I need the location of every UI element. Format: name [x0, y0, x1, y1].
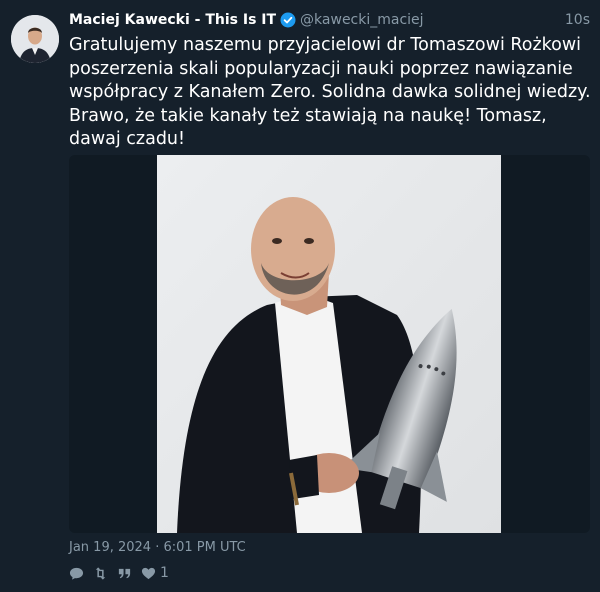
tweet-media[interactable]	[69, 155, 590, 533]
retweet-button[interactable]	[93, 566, 108, 581]
heart-icon	[141, 567, 156, 579]
author-avatar[interactable]	[11, 15, 59, 63]
avatar-photo	[11, 15, 59, 63]
tweet-photo	[157, 155, 501, 533]
author-handle[interactable]: @kawecki_maciej	[300, 12, 424, 28]
tweet-date[interactable]: Jan 19, 2024 · 6:01 PM UTC	[69, 540, 246, 555]
tweet-header: Maciej Kawecki - This Is IT @kawecki_mac…	[69, 10, 590, 30]
reply-button[interactable]	[69, 566, 84, 581]
like-button[interactable]: 1	[141, 565, 169, 581]
author-name[interactable]: Maciej Kawecki - This Is IT	[69, 12, 276, 28]
retweet-icon	[95, 566, 106, 580]
verified-badge-icon	[280, 12, 296, 28]
comment-icon	[69, 567, 84, 580]
quote-button[interactable]	[117, 566, 132, 581]
photo-man-with-rocket	[157, 155, 501, 533]
like-count: 1	[160, 565, 169, 581]
tweet-actions: 1	[69, 565, 169, 581]
quote-icon	[118, 568, 131, 578]
tweet-text: Gratulujemy naszemu przyjacielowi dr Tom…	[69, 35, 591, 149]
tweet-time[interactable]: 10s	[565, 12, 590, 28]
